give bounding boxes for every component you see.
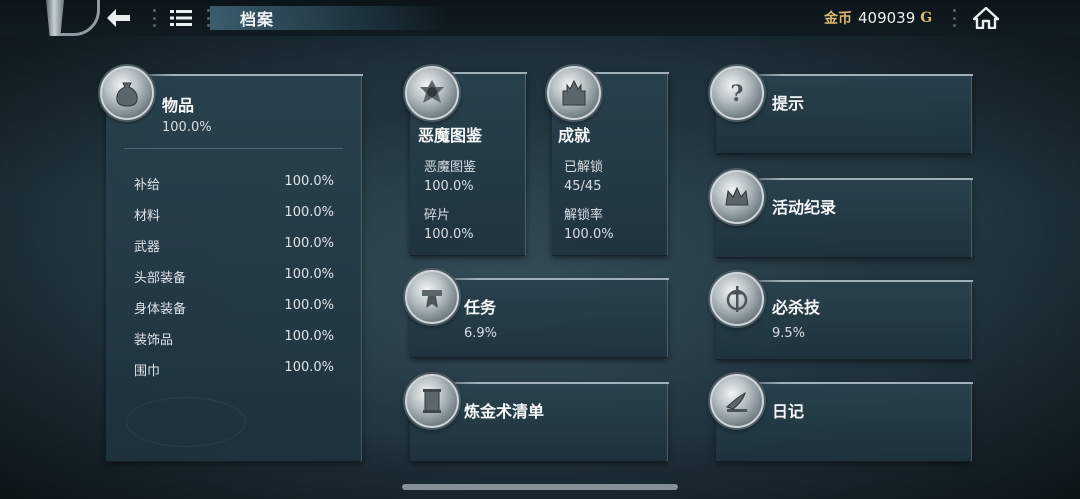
sword-emblem-icon — [710, 272, 764, 326]
unlock-rate-value: 100.0% — [564, 227, 614, 242]
scroll-seal-icon — [405, 270, 459, 324]
unlocked-label: 已解锁 — [564, 160, 604, 175]
fragments-value: 100.0% — [424, 227, 474, 242]
currency-label: 金币 — [824, 11, 852, 27]
svg-text:?: ? — [731, 81, 744, 107]
list-item: 材料 100.0% — [134, 205, 334, 224]
currency-unit: G — [920, 10, 933, 26]
quill-paper-icon — [710, 374, 764, 428]
page-title: 档案 — [240, 10, 275, 29]
castle-icon — [547, 66, 601, 120]
fragments-label: 碎片 — [424, 208, 451, 223]
list-item: 身体装备 100.0% — [134, 298, 334, 317]
list-item: 补给 100.0% — [134, 174, 334, 193]
alchemy-title: 炼金术清单 — [464, 402, 545, 421]
demon-book-title: 恶魔图鉴 — [418, 126, 483, 145]
tips-title: 提示 — [772, 94, 805, 113]
separator — [952, 9, 956, 27]
unlock-rate-label: 解锁率 — [564, 208, 604, 223]
top-bar: 档案 金币 409039 G — [0, 0, 1080, 36]
scroll-icon — [405, 374, 459, 428]
demon-book-value: 100.0% — [424, 179, 474, 194]
list-item: 围巾 100.0% — [134, 360, 334, 379]
home-button[interactable] — [972, 5, 1000, 31]
ornament-frame-icon — [0, 0, 100, 36]
list-item: 头部装备 100.0% — [134, 267, 334, 286]
items-percent: 100.0% — [162, 120, 212, 135]
special-skills-title: 必杀技 — [772, 298, 821, 317]
home-icon — [973, 7, 999, 29]
items-title: 物品 — [162, 96, 195, 115]
page-title-band: 档案 — [210, 6, 450, 30]
currency-display: 金币 409039 G — [824, 7, 932, 29]
achievements-title: 成就 — [558, 126, 591, 145]
diary-title: 日记 — [772, 402, 805, 421]
bag-icon — [100, 66, 154, 120]
crown-icon — [710, 170, 764, 224]
divider — [124, 148, 343, 149]
separator — [152, 9, 156, 27]
quests-title: 任务 — [464, 298, 497, 317]
list-item: 武器 100.0% — [134, 236, 334, 255]
menu-button[interactable] — [168, 5, 194, 31]
demon-book-label: 恶魔图鉴 — [424, 160, 477, 175]
quests-percent: 6.9% — [464, 326, 498, 341]
list-menu-icon — [170, 10, 192, 26]
back-button[interactable] — [104, 5, 134, 31]
currency-value: 409039 — [858, 9, 916, 27]
home-indicator[interactable] — [402, 484, 678, 490]
back-arrow-icon — [107, 9, 130, 27]
special-skills-percent: 9.5% — [772, 326, 806, 341]
unlocked-value: 45/45 — [564, 179, 602, 194]
question-mark-icon: ? — [710, 66, 764, 120]
items-panel[interactable]: 物品 100.0% 补给 100.0% 材料 100.0% 武器 100.0% … — [106, 74, 363, 462]
activity-log-title: 活动纪录 — [772, 198, 837, 217]
demon-skull-icon — [405, 66, 459, 120]
list-item: 装饰品 100.0% — [134, 329, 334, 348]
